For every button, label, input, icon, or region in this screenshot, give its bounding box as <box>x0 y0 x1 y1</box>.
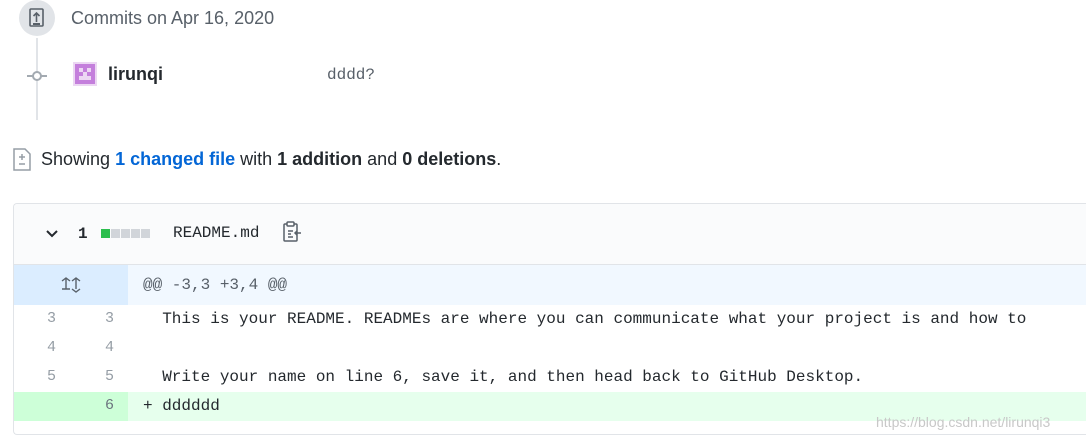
changed-files-link[interactable]: 1 changed file <box>115 149 235 169</box>
file-diff: 1 README.md @@ -3,3 +3,4 @@ 3 3 This is … <box>13 203 1086 435</box>
summary-and: and <box>367 149 398 169</box>
diff-line: 3 3 This is your README. READMEs are whe… <box>14 305 1086 334</box>
diffstat-block-add <box>101 229 110 238</box>
commit-node-icon <box>27 66 47 86</box>
diff-summary: Showing 1 changed file with 1 addition a… <box>41 149 501 170</box>
diffstat-block-neutral <box>131 229 140 238</box>
diffstat-block-neutral <box>121 229 130 238</box>
hunk-row: @@ -3,3 +3,4 @@ <box>14 265 1086 305</box>
diff-line: 4 4 <box>14 334 1086 363</box>
new-line-number[interactable]: 6 <box>64 397 114 414</box>
old-line-number[interactable]: 4 <box>14 339 56 356</box>
file-header: 1 README.md <box>14 204 1086 265</box>
watermark: https://blog.csdn.net/lirunqi3 <box>876 414 1051 430</box>
hunk-header: @@ -3,3 +3,4 @@ <box>143 276 288 294</box>
diff-line-code: Write your name on line 6, save it, and … <box>143 368 864 386</box>
commit-author-link[interactable]: lirunqi <box>108 64 163 85</box>
timeline-badge <box>19 0 55 36</box>
diff-line: 5 5 Write your name on line 6, save it, … <box>14 363 1086 392</box>
diffstat <box>101 229 150 238</box>
diff-line-code: + dddddd <box>143 397 220 415</box>
additions-count: 1 addition <box>277 149 363 169</box>
diff-table: @@ -3,3 +3,4 @@ 3 3 This is your README.… <box>14 265 1086 421</box>
diff-line-code: This is your README. READMEs are where y… <box>143 310 1027 328</box>
commit-message-link[interactable]: dddd? <box>327 66 375 84</box>
summary-with: with <box>240 149 273 169</box>
diffstat-block-neutral <box>111 229 120 238</box>
diffstat-block-neutral <box>141 229 150 238</box>
deletions-count: 0 deletions <box>402 149 497 169</box>
summary-period: . <box>496 149 502 169</box>
file-changes-count: 1 <box>78 225 88 243</box>
file-name-link[interactable]: README.md <box>173 224 259 242</box>
commits-date-heading: Commits on Apr 16, 2020 <box>71 8 275 28</box>
summary-showing: Showing <box>41 149 111 169</box>
new-line-number[interactable]: 4 <box>64 339 114 356</box>
file-diff-icon <box>12 148 32 177</box>
expand-up-icon[interactable] <box>14 265 128 305</box>
new-line-number[interactable]: 3 <box>64 310 114 327</box>
chevron-down-icon[interactable] <box>44 226 60 247</box>
avatar[interactable] <box>73 62 97 86</box>
git-commit-group-icon <box>29 8 44 27</box>
old-line-number[interactable]: 5 <box>14 368 56 385</box>
new-line-number[interactable]: 5 <box>64 368 114 385</box>
copy-path-icon[interactable] <box>281 221 303 243</box>
old-line-number[interactable]: 3 <box>14 310 56 327</box>
